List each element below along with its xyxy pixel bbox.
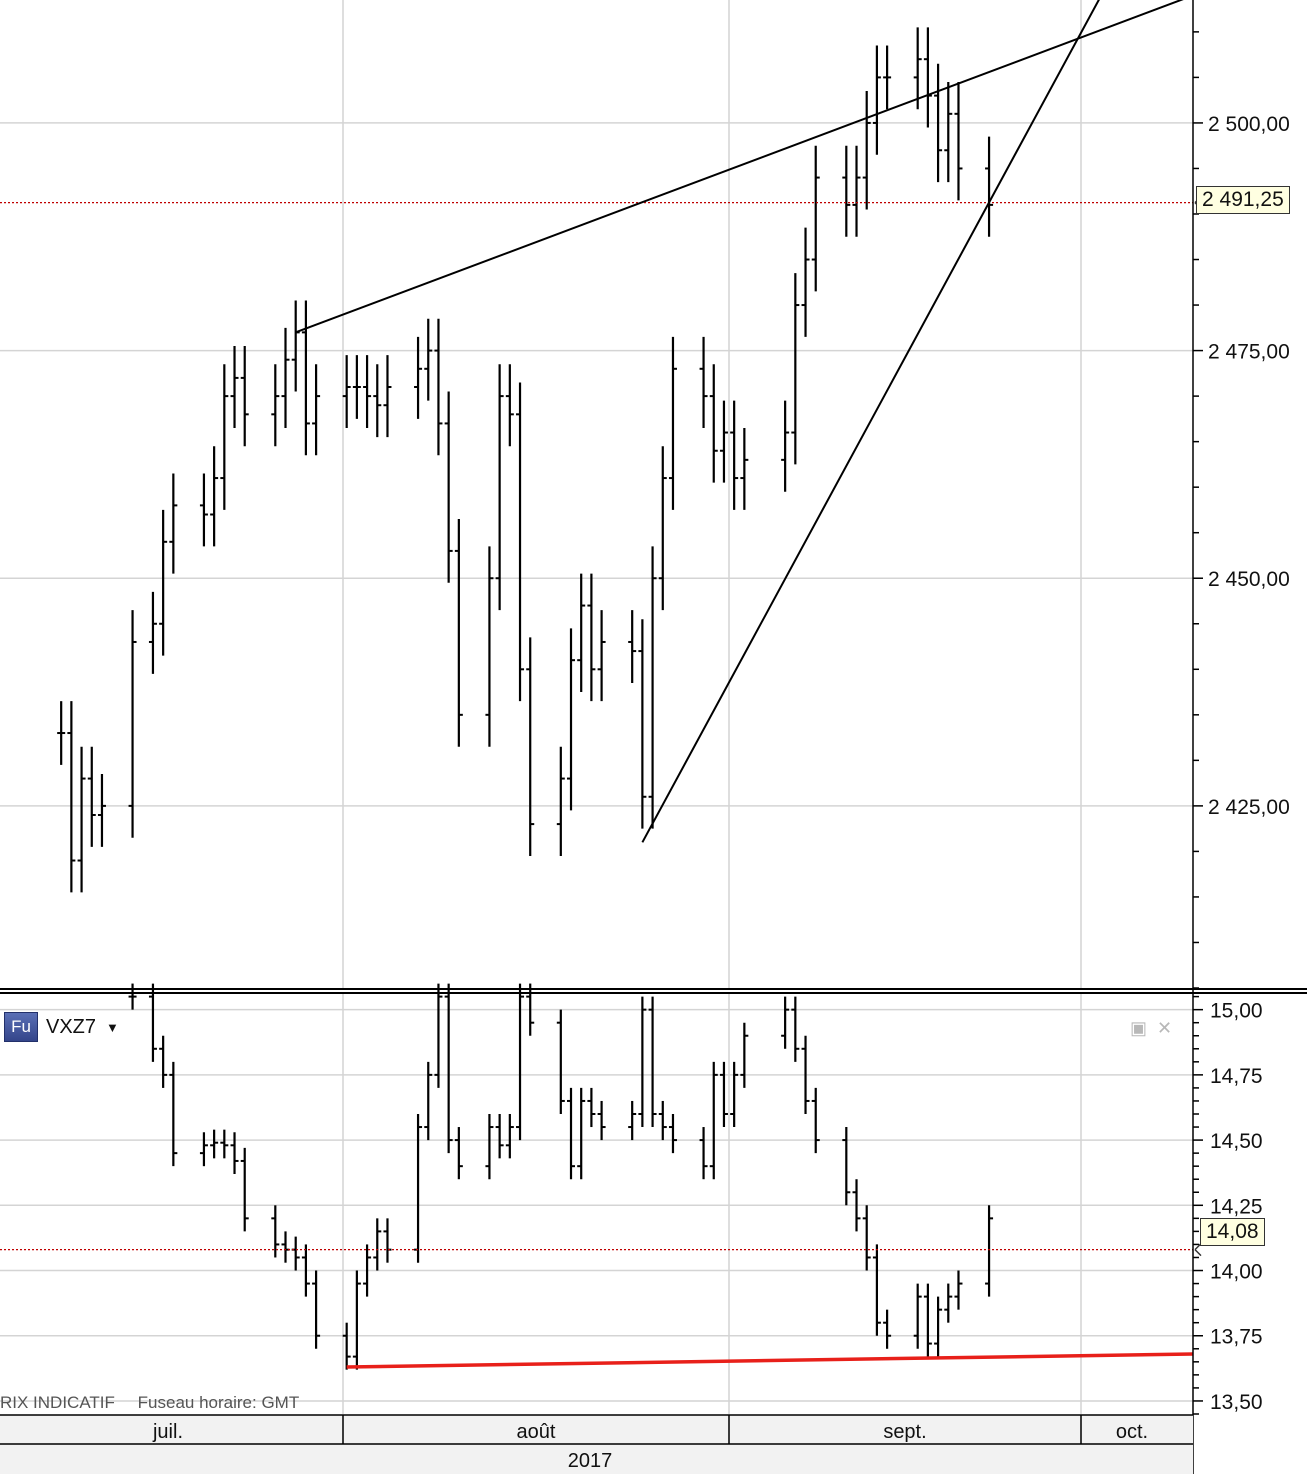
current-volatility-badge: 14,08 [1200, 1218, 1265, 1246]
year-label: 2017 [568, 1450, 613, 1472]
volatility-tick-label: 14,25 [1210, 1195, 1263, 1218]
volatility-tick-label: 14,50 [1210, 1130, 1263, 1153]
month-label: oct. [1116, 1421, 1148, 1443]
pane-controls: ▣ ✕ [1130, 1018, 1172, 1039]
restore-icon[interactable]: ▣ [1130, 1018, 1147, 1039]
trendline [295, 0, 1184, 334]
volatility-tick-label: 14,75 [1210, 1065, 1263, 1088]
month-label: sept. [883, 1421, 926, 1443]
close-icon[interactable]: ✕ [1157, 1018, 1172, 1039]
current-price-badge: 2 491,25 [1196, 186, 1290, 214]
futures-icon: Fu [4, 1012, 38, 1042]
instrument-selector[interactable]: Fu VXZ7 ▼ [4, 1012, 119, 1042]
chart-canvas[interactable]: 2 500,00 2 475,00 2 450,00 2 425,00 15,00 14,… [0, 0, 1307, 1474]
price-tick-label: 2 425,00 [1208, 796, 1290, 819]
volatility-tick-label: 13,75 [1210, 1326, 1263, 1349]
instrument-name: VXZ7 [46, 1015, 97, 1038]
month-label: juil. [152, 1421, 183, 1443]
price-note: RIX INDICATIF [0, 1393, 115, 1412]
price-pane[interactable] [0, 0, 1193, 988]
volatility-pane[interactable] [0, 983, 1194, 1414]
month-label: août [517, 1421, 556, 1443]
trendline [641, 0, 1100, 843]
volatility-tick-label: 15,00 [1210, 1000, 1263, 1023]
price-tick-label: 2 500,00 [1208, 113, 1290, 136]
support-line [346, 1352, 1194, 1369]
price-tick-label: 2 475,00 [1208, 341, 1290, 364]
price-tick-label: 2 450,00 [1208, 568, 1290, 591]
dropdown-arrow-icon[interactable]: ▼ [106, 1020, 119, 1035]
volatility-tick-label: 14,00 [1210, 1261, 1263, 1284]
footer-note: RIX INDICATIF Fuseau horaire: GMT [0, 1393, 299, 1413]
volatility-tick-label: 13,50 [1210, 1391, 1263, 1414]
timezone-note: Fuseau horaire: GMT [137, 1393, 300, 1412]
